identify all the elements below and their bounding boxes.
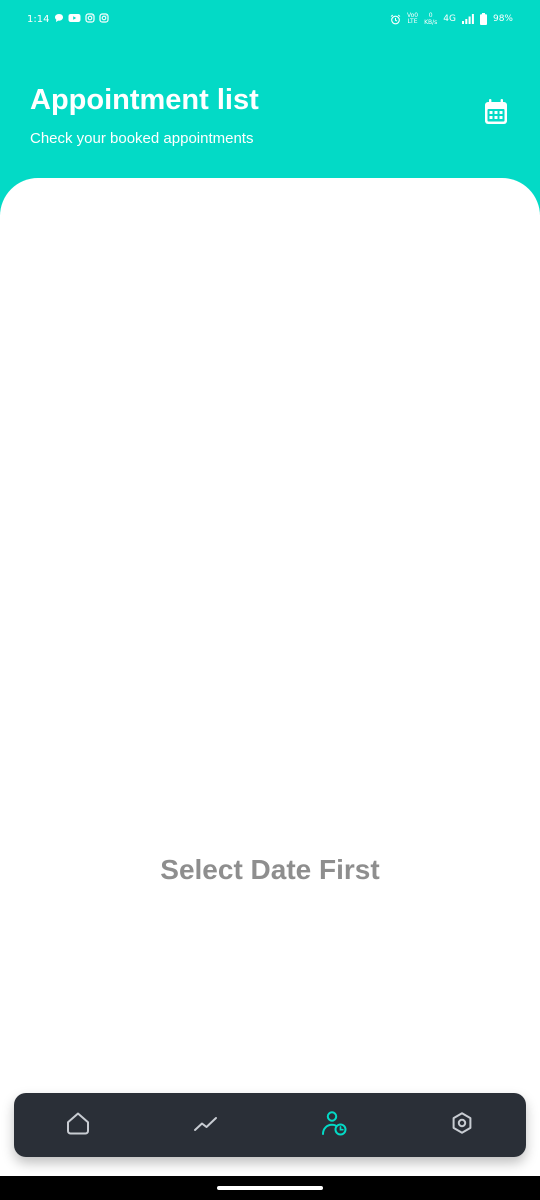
status-bar: 1:14 Vo0 LTE 0 KB/s 4G 98% (0, 0, 540, 40)
empty-state-message: Select Date First (160, 854, 380, 885)
volte-indicator: Vo0 LTE (407, 13, 418, 25)
trend-icon (193, 1110, 219, 1141)
page-title: Appointment list (30, 84, 259, 116)
youtube-icon (68, 13, 81, 23)
settings-icon (449, 1110, 475, 1141)
status-notification-icons (54, 13, 109, 23)
signal-icon (461, 14, 474, 24)
network-type: 4G (443, 14, 456, 24)
status-time: 1:14 (27, 14, 50, 25)
status-system-icons: Vo0 LTE 0 KB/s 4G 98% (390, 12, 513, 26)
home-gesture-handle[interactable] (217, 1186, 323, 1190)
gesture-bar (0, 1176, 540, 1200)
page-subtitle: Check your booked appointments (30, 130, 254, 147)
calendar-icon (484, 98, 508, 130)
instagram-icon (99, 13, 109, 23)
battery-percent: 98% (492, 14, 513, 24)
volte-bottom-label: LTE (407, 18, 418, 25)
calendar-button[interactable] (480, 98, 512, 130)
nav-item-analytics[interactable] (142, 1093, 270, 1157)
nav-item-appointments[interactable] (270, 1093, 398, 1157)
alarm-icon (390, 14, 401, 25)
network-speed-unit: KB/s (424, 19, 438, 26)
chat-icon (54, 13, 64, 23)
home-icon (65, 1110, 91, 1141)
battery-icon (479, 13, 487, 25)
nav-item-home[interactable] (14, 1093, 142, 1157)
network-speed: 0 KB/s (424, 12, 437, 26)
network-speed-value: 0 (428, 12, 433, 19)
instagram-icon (85, 13, 95, 23)
nav-item-settings[interactable] (398, 1093, 526, 1157)
user-clock-icon (320, 1109, 348, 1142)
appointments-panel (0, 178, 540, 1200)
bottom-navigation (14, 1093, 526, 1157)
